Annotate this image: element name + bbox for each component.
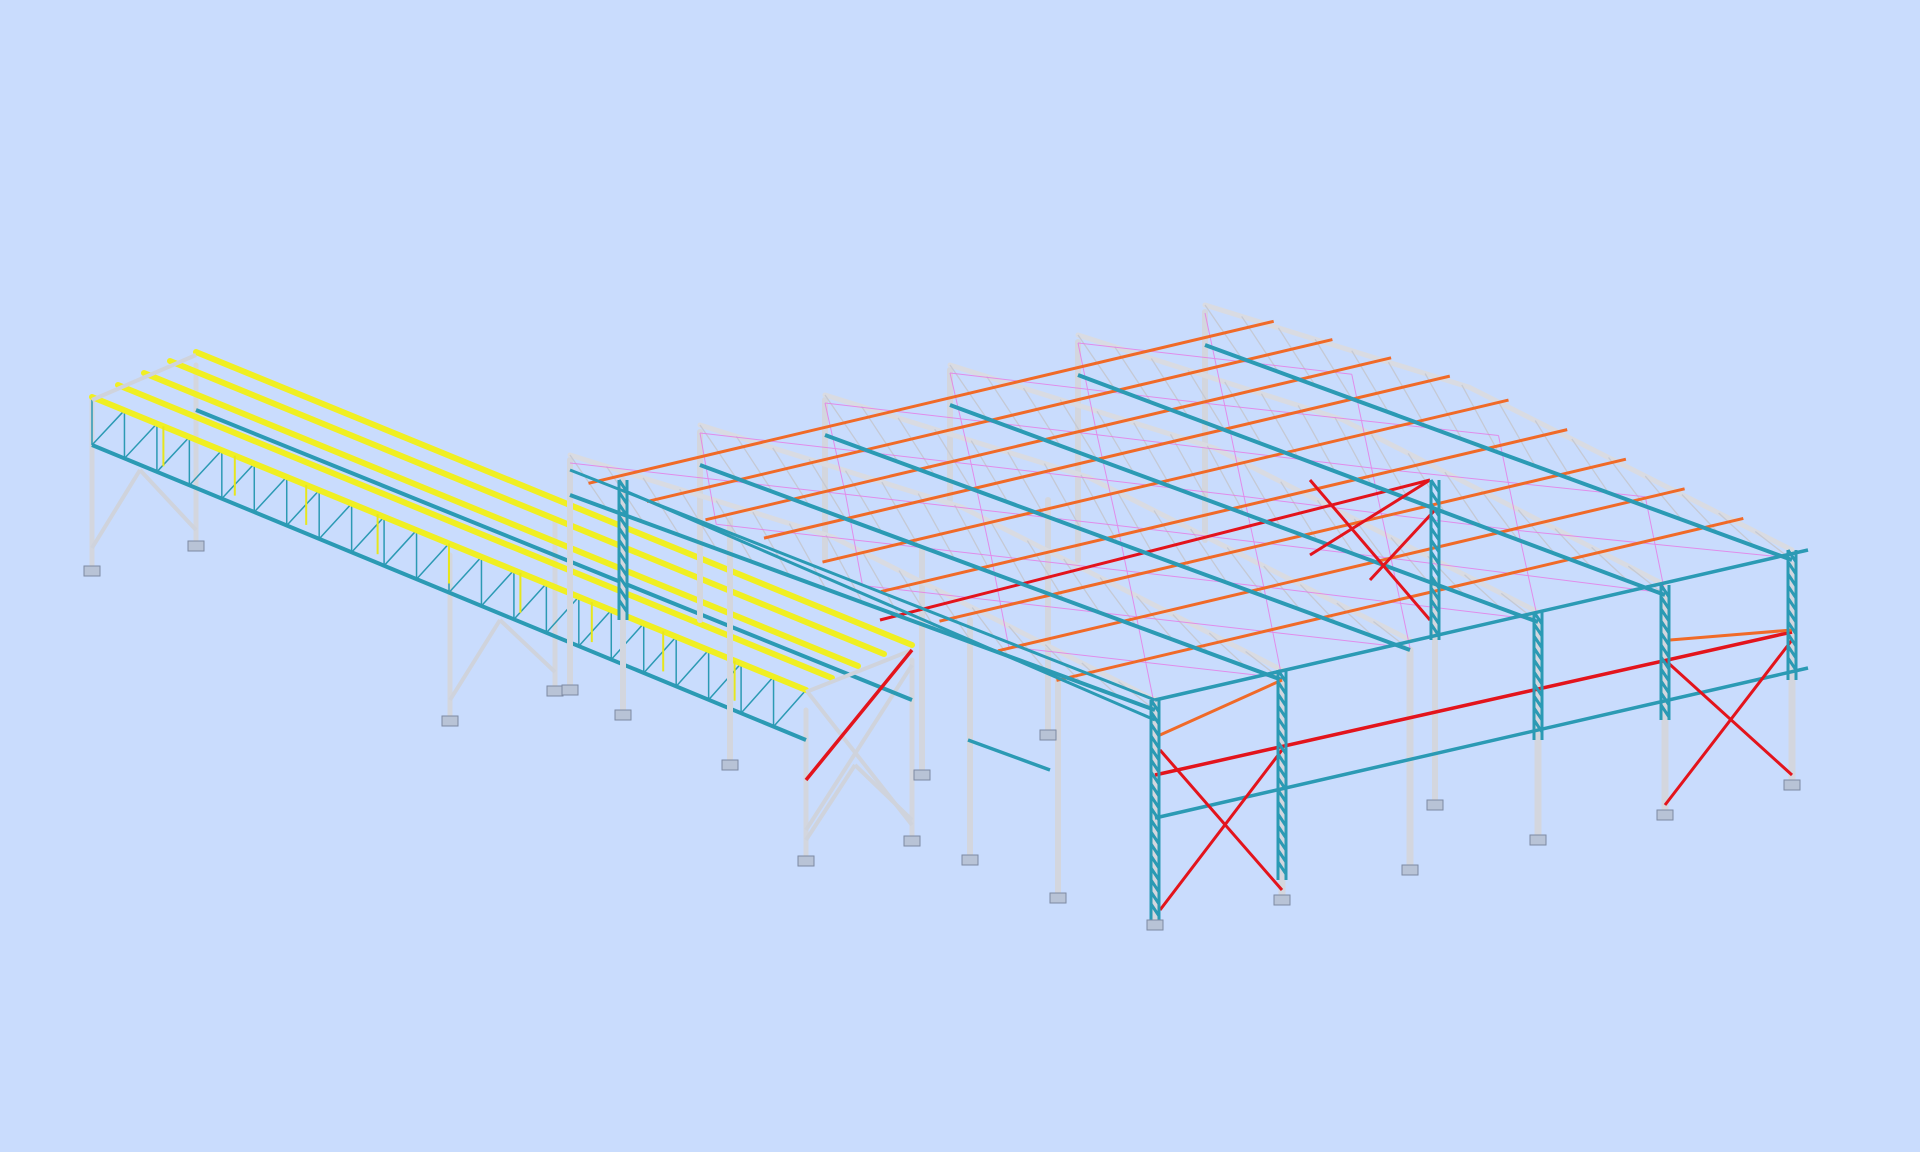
base-plate [83,565,101,577]
base-plate [1049,892,1067,904]
model-viewport[interactable] [0,0,1920,1152]
base-plate [961,854,979,866]
base-plate [1039,729,1057,741]
base-plate [546,685,564,697]
base-plate [721,759,739,771]
base-plate [797,855,815,867]
base-plate [561,684,579,696]
base-plate [1656,809,1674,821]
base-plate [913,769,931,781]
base-plate [614,709,632,721]
viewport-background [0,0,1920,1152]
base-plate [903,835,921,847]
base-plate [187,540,205,552]
structural-model-3d [0,0,1920,1152]
base-plate [1146,919,1164,931]
base-plate [1529,834,1547,846]
base-plate [1783,779,1801,791]
base-plate [441,715,459,727]
base-plate [1401,864,1419,876]
base-plate [1426,799,1444,811]
base-plate [1273,894,1291,906]
